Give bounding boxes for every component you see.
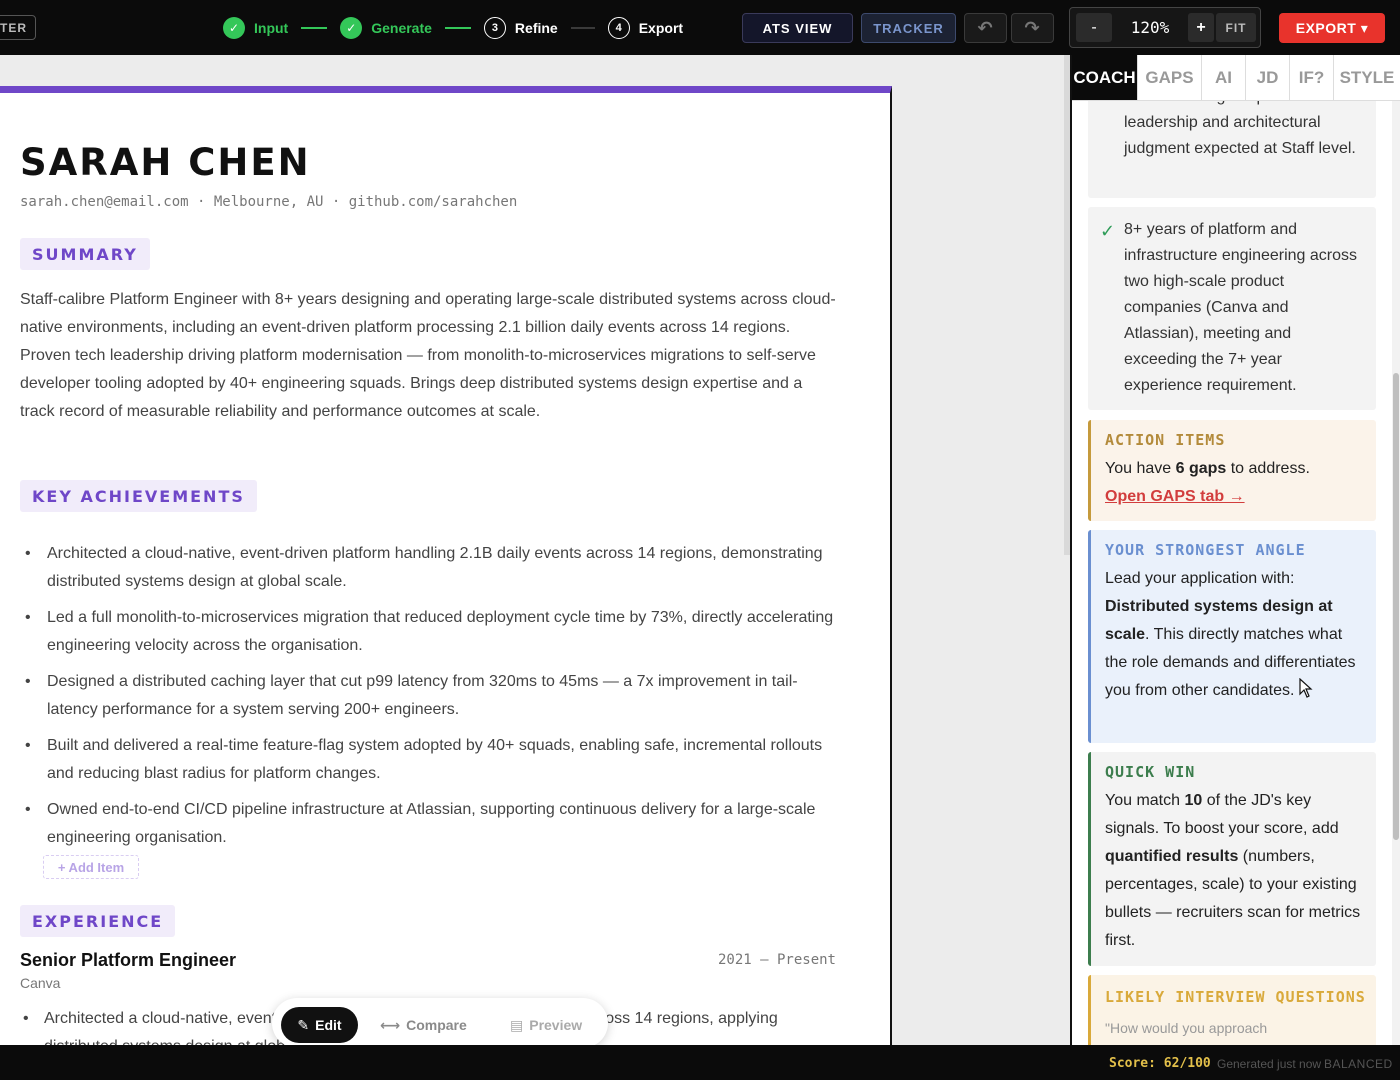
generated-timestamp: Generated just now	[1217, 1057, 1322, 1071]
add-item-button[interactable]: + Add Item	[43, 855, 139, 879]
strongest-angle-card: YOUR STRONGEST ANGLE Lead your applicati…	[1088, 530, 1376, 743]
card-title: YOUR STRONGEST ANGLE	[1105, 541, 1306, 559]
progress-stepper: ✓ Input ✓ Generate 3 Refine 4 Export	[223, 16, 683, 40]
card-title: QUICK WIN	[1105, 763, 1196, 781]
action-text: to address.	[1226, 460, 1310, 477]
achievement-item[interactable]: Built and delivered a real-time feature-…	[20, 732, 838, 788]
step-label: Refine	[514, 20, 558, 36]
card-body: "How would you approach	[1105, 1020, 1268, 1036]
edit-mode-button[interactable]: ✎ Edit	[281, 1007, 358, 1043]
achievements-list: Architected a cloud-native, event-driven…	[20, 540, 838, 860]
zoom-in-button[interactable]: +	[1188, 13, 1214, 42]
check-text: 8+ years of platform and infrastructure …	[1124, 221, 1358, 394]
zoom-fit-button[interactable]: FIT	[1216, 13, 1256, 42]
mode-switcher: ✎ Edit ⟷ Compare ▤ Preview	[272, 998, 608, 1048]
achievement-item[interactable]: Owned end-to-end CI/CD pipeline infrastr…	[20, 796, 838, 852]
top-bar: TER ✓ Input ✓ Generate 3 Refine 4 Export…	[0, 0, 1400, 55]
step-generate[interactable]: ✓ Generate	[340, 17, 432, 39]
step-number: 3	[483, 17, 506, 39]
card-body: You have 6 gaps to address. Open GAPS ta…	[1105, 455, 1364, 511]
quick-win-card: QUICK WIN You match 10 of the JD's key s…	[1088, 752, 1376, 966]
check-icon: ✓	[1100, 221, 1116, 241]
pencil-icon: ✎	[297, 1016, 310, 1033]
tab-if[interactable]: IF?	[1290, 55, 1334, 100]
summary-heading: SUMMARY	[20, 238, 150, 270]
resume-page: SARAH CHEN sarah.chen@email.com · Melbou…	[0, 86, 892, 1045]
panel-scrollbar-thumb[interactable]	[1393, 373, 1399, 840]
coach-panel: COACH GAPS AI JD IF? STYLE demonstrating…	[1070, 55, 1400, 1045]
experience-heading: EXPERIENCE	[20, 905, 176, 937]
win-text: You match	[1105, 792, 1185, 809]
card-body: Lead your application with: Distributed …	[1105, 565, 1366, 705]
filter-button[interactable]: TER	[0, 15, 36, 40]
zoom-level: 120%	[1130, 18, 1170, 37]
coach-check-card: ✓ 8+ years of platform and infrastructur…	[1088, 207, 1376, 410]
resume-contact[interactable]: sarah.chen@email.com · Melbourne, AU · g…	[20, 194, 517, 210]
preview-mode-label: Preview	[529, 1017, 583, 1033]
achievements-heading: KEY ACHIEVEMENTS	[20, 480, 257, 512]
redo-icon[interactable]: ↷	[1011, 13, 1054, 43]
score-readout: Score: 62/100	[1109, 1056, 1211, 1071]
step-export[interactable]: 4 Export	[607, 17, 684, 39]
win-highlight: quantified results	[1105, 848, 1239, 865]
step-connector	[301, 27, 328, 29]
preview-mode-button[interactable]: ▤ Preview	[510, 1007, 582, 1043]
job-title[interactable]: Senior Platform Engineer	[20, 950, 236, 971]
check-icon: ✓	[223, 17, 245, 39]
resume-name[interactable]: SARAH CHEN	[20, 141, 311, 184]
step-refine[interactable]: 3 Refine	[483, 17, 558, 39]
tab-jd[interactable]: JD	[1246, 55, 1290, 100]
compare-mode-label: Compare	[406, 1017, 467, 1033]
undo-icon[interactable]: ↶	[964, 13, 1007, 43]
generation-mode: BALANCED	[1324, 1057, 1393, 1071]
signal-count: 10	[1184, 792, 1203, 809]
achievement-item[interactable]: Architected a cloud-native, event-driven…	[20, 540, 838, 596]
step-number: 4	[607, 17, 630, 39]
zoom-control: - 120% + FIT	[1069, 7, 1261, 48]
summary-text[interactable]: Staff-calibre Platform Engineer with 8+ …	[20, 286, 838, 426]
angle-intro: Lead your application with:	[1105, 570, 1295, 587]
job-dates[interactable]: 2021 – Present	[718, 952, 836, 968]
tab-gaps[interactable]: GAPS	[1138, 55, 1202, 100]
edit-mode-label: Edit	[315, 1017, 342, 1033]
step-connector	[444, 27, 471, 29]
ats-view-button[interactable]: ATS VIEW	[742, 13, 853, 43]
tab-style[interactable]: STYLE	[1334, 55, 1400, 100]
step-label: Generate	[371, 20, 432, 36]
panel-tabs: COACH GAPS AI JD IF? STYLE	[1072, 55, 1400, 101]
export-button[interactable]: EXPORT ▾	[1279, 13, 1385, 43]
check-icon: ✓	[340, 17, 363, 39]
tracker-button[interactable]: TRACKER	[861, 13, 956, 43]
open-gaps-link[interactable]: Open GAPS tab →	[1105, 488, 1245, 505]
document-icon: ▤	[510, 1016, 524, 1033]
status-bar: Score: 62/100 Generated just now BALANCE…	[0, 1045, 1400, 1080]
card-title: ACTION ITEMS	[1105, 431, 1226, 449]
tab-ai[interactable]: AI	[1202, 55, 1246, 100]
step-label: Export	[638, 20, 684, 36]
card-body: You match 10 of the JD's key signals. To…	[1105, 787, 1366, 955]
step-input[interactable]: ✓ Input	[223, 17, 288, 39]
tab-coach[interactable]: COACH	[1072, 55, 1138, 100]
action-text: You have	[1105, 460, 1176, 477]
compare-arrows-icon: ⟷	[380, 1016, 401, 1033]
card-title: LIKELY INTERVIEW QUESTIONS	[1105, 988, 1366, 1006]
resume-canvas[interactable]: SARAH CHEN sarah.chen@email.com · Melbou…	[0, 55, 1070, 1045]
interview-questions-card: LIKELY INTERVIEW QUESTIONS "How would yo…	[1088, 975, 1376, 1045]
gaps-count: 6 gaps	[1175, 460, 1227, 477]
mouse-cursor-icon	[1299, 678, 1313, 698]
job-company[interactable]: Canva	[20, 975, 60, 991]
step-label: Input	[254, 20, 289, 36]
compare-mode-button[interactable]: ⟷ Compare	[380, 1007, 467, 1043]
zoom-out-button[interactable]: -	[1076, 13, 1112, 42]
step-connector	[570, 27, 595, 29]
achievement-item[interactable]: Designed a distributed caching layer tha…	[20, 668, 838, 724]
action-items-card: ACTION ITEMS You have 6 gaps to address.…	[1088, 420, 1376, 521]
achievement-item[interactable]: Led a full monolith-to-microservices mig…	[20, 604, 838, 660]
